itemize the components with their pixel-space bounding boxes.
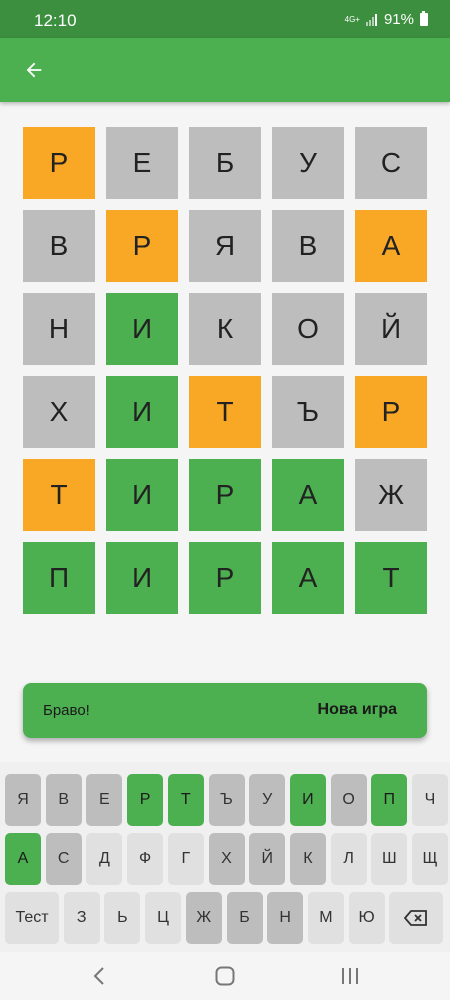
keyboard-key[interactable]: Ь — [104, 892, 141, 944]
board-row: РЕБУС — [23, 127, 427, 199]
letter-tile: Е — [106, 127, 178, 199]
board-row: ПИРАТ — [23, 542, 427, 614]
new-game-button[interactable]: Нова игра — [318, 701, 397, 719]
letter-tile: О — [272, 293, 344, 365]
letter-tile: Я — [189, 210, 261, 282]
letter-tile: Р — [23, 127, 95, 199]
letter-tile: А — [272, 542, 344, 614]
letter-tile: Т — [23, 459, 95, 531]
letter-tile: Й — [355, 293, 427, 365]
keyboard-key[interactable]: Н — [267, 892, 304, 944]
keyboard-key[interactable]: Л — [330, 833, 367, 885]
letter-tile: И — [106, 293, 178, 365]
letter-tile: Т — [355, 542, 427, 614]
letter-tile: В — [23, 210, 95, 282]
keyboard-key[interactable]: Ц — [145, 892, 182, 944]
keyboard-key[interactable]: Т — [167, 774, 204, 826]
keyboard-key[interactable]: Е — [86, 774, 123, 826]
backspace-key[interactable] — [389, 892, 444, 944]
letter-tile: К — [189, 293, 261, 365]
app-bar — [0, 38, 450, 102]
status-time: 12:10 — [34, 11, 77, 30]
system-nav-bar — [0, 952, 450, 1000]
keyboard-key[interactable]: Ж — [185, 892, 222, 944]
letter-tile: Б — [189, 127, 261, 199]
letter-tile: Р — [106, 210, 178, 282]
nav-back-button[interactable] — [84, 962, 114, 990]
battery-percent: 91% — [383, 11, 414, 28]
keyboard-key[interactable]: К — [289, 833, 326, 885]
home-icon — [215, 966, 235, 986]
network-indicator: 4G+ — [344, 14, 360, 24]
letter-tile: Ж — [355, 459, 427, 531]
result-snackbar: Браво! Нова игра — [23, 683, 427, 738]
keyboard-key[interactable]: У — [249, 774, 286, 826]
letter-tile: Х — [23, 376, 95, 448]
keyboard-key[interactable]: М — [307, 892, 344, 944]
keyboard-key[interactable]: В — [45, 774, 82, 826]
board-row: ХИТЪР — [23, 376, 427, 448]
keyboard-key[interactable]: П — [371, 774, 408, 826]
letter-tile: П — [23, 542, 95, 614]
keyboard-key[interactable]: Ч — [412, 774, 448, 826]
letter-tile: Ъ — [272, 376, 344, 448]
status-bar: 12:10 4G+ 91% — [0, 0, 450, 38]
keyboard-key[interactable]: Й — [249, 833, 286, 885]
battery-icon — [420, 11, 428, 26]
letter-tile: А — [272, 459, 344, 531]
letter-tile: Т — [189, 376, 261, 448]
letter-tile: И — [106, 542, 178, 614]
keyboard-key[interactable]: Б — [226, 892, 263, 944]
keyboard-key[interactable]: Ъ — [208, 774, 245, 826]
board-row: ВРЯВА — [23, 210, 427, 282]
keyboard-key[interactable]: Ф — [127, 833, 164, 885]
keyboard-key[interactable]: Я — [5, 774, 41, 826]
keyboard-key[interactable]: Ш — [371, 833, 408, 885]
backspace-icon — [404, 910, 428, 926]
letter-tile: Р — [189, 459, 261, 531]
board-row: ТИРАЖ — [23, 459, 427, 531]
keyboard-key[interactable]: Х — [208, 833, 245, 885]
keyboard: Я В Е Р Т Ъ У И О П Ч А С Д Ф Г Х Й К Л Ш Щ Тест З Ь Ц Ж Б Н М Ю — [0, 762, 450, 952]
keyboard-key[interactable]: З — [63, 892, 100, 944]
recents-icon — [342, 968, 358, 984]
keyboard-key[interactable]: А — [5, 833, 41, 885]
arrow-left-icon — [26, 62, 42, 78]
letter-tile: Р — [189, 542, 261, 614]
keyboard-key[interactable]: Д — [86, 833, 123, 885]
back-icon — [93, 967, 104, 985]
letter-tile: И — [106, 459, 178, 531]
letter-tile: У — [272, 127, 344, 199]
keyboard-key[interactable]: Р — [127, 774, 164, 826]
board-row: НИКОЙ — [23, 293, 427, 365]
nav-recents-button[interactable] — [335, 962, 365, 990]
keyboard-key[interactable]: Г — [167, 833, 204, 885]
nav-home-button[interactable] — [210, 962, 240, 990]
back-button[interactable] — [16, 52, 52, 88]
keyboard-key[interactable]: Ю — [348, 892, 385, 944]
snackbar-message: Браво! — [43, 702, 90, 719]
signal-icon — [365, 13, 378, 26]
keyboard-key[interactable]: Щ — [412, 833, 448, 885]
letter-tile: В — [272, 210, 344, 282]
letter-tile: Р — [355, 376, 427, 448]
letter-tile: Н — [23, 293, 95, 365]
keyboard-key[interactable]: И — [289, 774, 326, 826]
keyboard-key[interactable]: О — [330, 774, 367, 826]
letter-tile: И — [106, 376, 178, 448]
keyboard-key[interactable]: Тест — [5, 892, 59, 944]
status-indicators: 4G+ 91% — [345, 11, 428, 28]
letter-tile: С — [355, 127, 427, 199]
letter-tile: А — [355, 210, 427, 282]
keyboard-key[interactable]: С — [45, 833, 82, 885]
